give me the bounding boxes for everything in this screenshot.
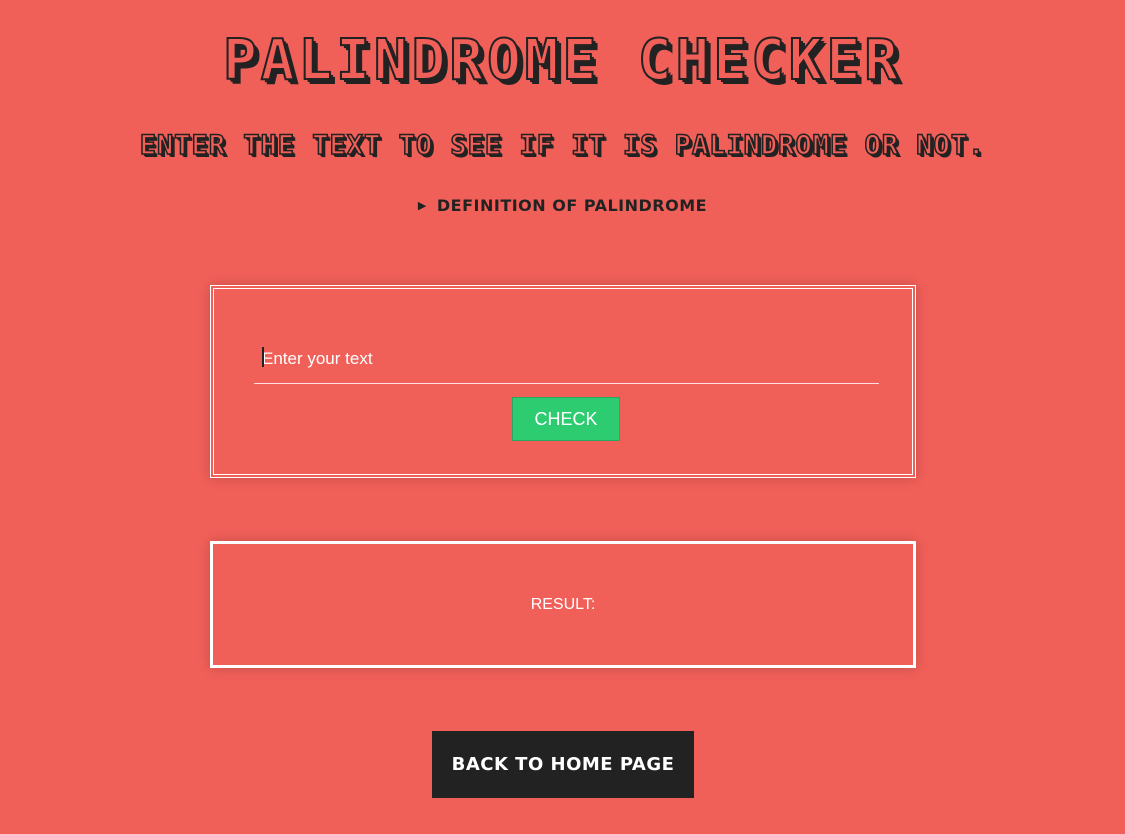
definition-toggle[interactable]: ▶ DEFINITION OF PALINDROME [0, 196, 1125, 215]
back-to-home-button[interactable]: BACK TO HOME PAGE [432, 731, 694, 798]
page-title: PALINDROME CHECKER [222, 27, 902, 94]
input-card: CHECK [210, 285, 916, 478]
check-button[interactable]: CHECK [512, 397, 620, 441]
definition-label: DEFINITION OF PALINDROME [436, 196, 708, 215]
text-input[interactable] [254, 334, 879, 384]
input-card-inner-border: CHECK [213, 288, 913, 475]
disclosure-triangle-icon: ▶ [417, 199, 427, 212]
result-card: RESULT: [210, 541, 916, 668]
result-label: RESULT: [530, 595, 596, 613]
text-cursor [262, 347, 264, 367]
page-subtitle: ENTER THE TEXT TO SEE IF IT IS PALINDROM… [139, 129, 986, 162]
